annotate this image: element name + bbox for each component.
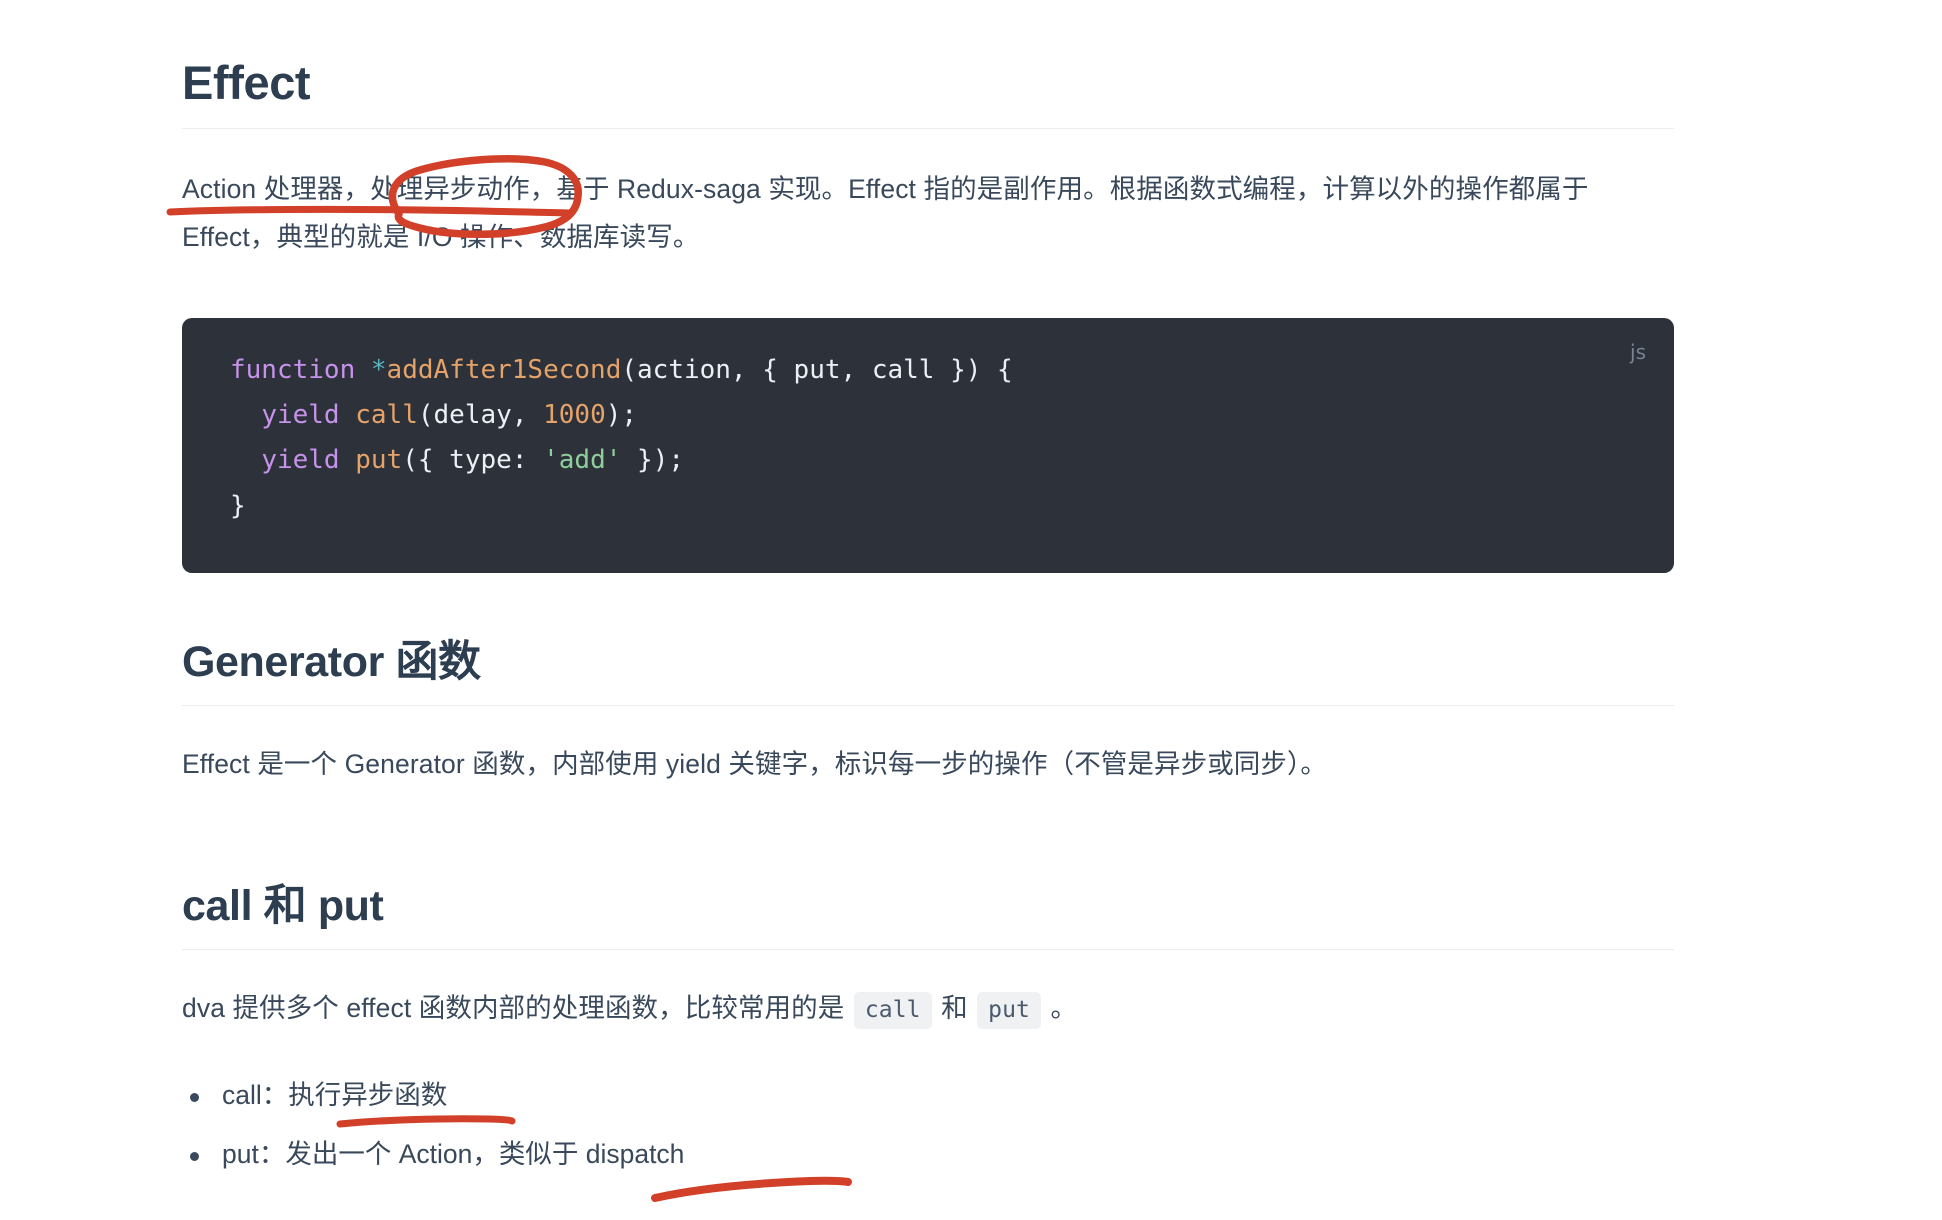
code-token-punct: );: [605, 400, 638, 431]
code-token-string: 'add': [543, 445, 622, 476]
paragraph-call-put-mid: 和: [933, 993, 976, 1024]
code-token-punct: ({ type:: [402, 445, 544, 476]
code-content: function *addAfter1Second(action, { put,…: [230, 348, 1640, 529]
code-token-punct: (delay,: [417, 400, 544, 431]
heading-effect: Effect: [182, 56, 1674, 130]
section-call-put: call 和 put dva 提供多个 effect 函数内部的处理函数，比较常…: [182, 882, 1674, 1192]
code-token-keyword: yield: [261, 400, 340, 431]
code-token-number: 1000: [543, 400, 606, 431]
heading-call-put: call 和 put: [182, 882, 1674, 951]
paragraph-call-put-prefix: dva 提供多个 effect 函数内部的处理函数，比较常用的是: [182, 993, 852, 1024]
paragraph-call-put: dva 提供多个 effect 函数内部的处理函数，比较常用的是 call 和 …: [182, 984, 1674, 1032]
inline-code-put: put: [977, 992, 1041, 1030]
code-token-function-name: addAfter1Second: [386, 355, 622, 385]
code-token-put: put: [355, 445, 403, 476]
code-block-js[interactable]: js function *addAfter1Second(action, { p…: [182, 318, 1674, 573]
code-token-generator-star: *: [370, 355, 387, 385]
heading-generator: Generator 函数: [182, 638, 1674, 707]
code-token-params: (action, { put, call }) {: [621, 355, 1013, 385]
section-generator: Generator 函数 Effect 是一个 Generator 函数，内部使…: [182, 638, 1674, 789]
paragraph-generator: Effect 是一个 Generator 函数，内部使用 yield 关键字，标…: [182, 749, 1327, 780]
bullet-list-call-put: call：执行异步函数 put：发出一个 Action，类似于 dispatch: [182, 1073, 1674, 1178]
inline-code-call: call: [853, 992, 932, 1030]
code-language-label: js: [1630, 340, 1646, 364]
code-token-call: call: [355, 400, 418, 431]
code-token-punct: });: [621, 445, 685, 476]
document-page: Effect Action 处理器，处理异步动作，基于 Redux-saga 实…: [0, 0, 1942, 1220]
paragraph-effect: Action 处理器，处理异步动作，基于 Redux-saga 实现。Effec…: [182, 174, 1589, 253]
section-effect: Effect Action 处理器，处理异步动作，基于 Redux-saga 实…: [182, 56, 1674, 261]
list-item: put：发出一个 Action，类似于 dispatch: [182, 1132, 1674, 1178]
paragraph-call-put-suffix: 。: [1042, 993, 1078, 1024]
list-item: call：执行异步函数: [182, 1073, 1674, 1119]
code-token-keyword: function: [230, 355, 356, 385]
code-token-keyword: yield: [261, 445, 340, 476]
code-token-brace: }: [230, 490, 246, 521]
